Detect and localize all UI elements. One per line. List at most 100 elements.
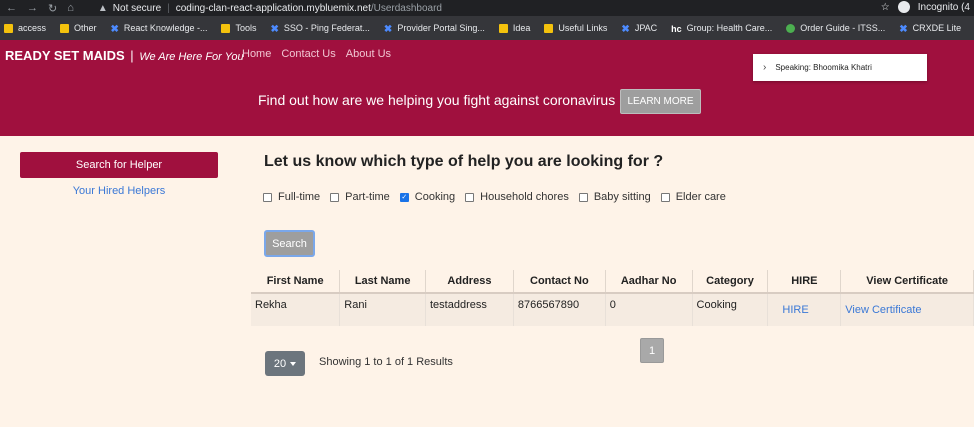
hc-icon: hc [671, 23, 682, 34]
folder-icon [4, 23, 13, 33]
option-label: Cooking [414, 191, 456, 203]
security-label[interactable]: Not secure [113, 3, 161, 14]
bookmark-item[interactable]: ✖ CRXDE Lite [899, 23, 962, 35]
your-hired-helpers-link[interactable]: Your Hired Helpers [20, 185, 218, 197]
option-full-time[interactable]: Full-time [263, 191, 320, 203]
url-path[interactable]: /Userdashboard [371, 3, 442, 14]
bookmark-item[interactable]: ✖ SSO - Ping Federat... [270, 23, 369, 35]
checkbox[interactable] [660, 192, 670, 202]
folder-icon [60, 23, 70, 33]
bookmarks-bar: access Other ✖ React Knowledge -... Tools ✖ SS… [0, 16, 974, 40]
checkbox[interactable] [578, 192, 588, 202]
reload-icon[interactable]: ↻ [48, 2, 57, 15]
checkbox[interactable] [263, 192, 272, 202]
chevron-right-icon[interactable]: › [763, 62, 766, 73]
bookmark-label: React Knowledge -... [123, 23, 208, 33]
column-category: Category [692, 270, 769, 294]
option-elder-care[interactable]: Elder care [660, 191, 726, 203]
bookmark-label: Provider Portal Sing... [397, 23, 485, 33]
cell-first-name: Rekha [251, 293, 341, 326]
not-secure-warning-icon[interactable]: ▲ [98, 3, 108, 14]
bookmark-label: JPAC [634, 23, 658, 33]
url-host[interactable]: coding-clan-react-application.mybluemix.… [176, 3, 371, 14]
back-arrow-icon[interactable]: ← [6, 2, 17, 15]
brand[interactable]: READY SET MAIDS | We Are Here For You [5, 48, 244, 63]
top-nav: Home Contact Us About Us [242, 48, 391, 60]
circle-icon [786, 23, 796, 33]
x-icon: ✖ [110, 23, 119, 35]
bookmark-label: Idea [512, 23, 531, 33]
table-header-row: First Name Last Name Address Contact No … [251, 270, 974, 294]
bookmark-item[interactable]: Idea [498, 23, 531, 33]
bookmark-label: access [18, 23, 47, 33]
checkbox[interactable] [465, 192, 475, 202]
option-label: Elder care [675, 191, 726, 203]
nav-home[interactable]: Home [242, 48, 271, 60]
home-icon[interactable]: ⌂ [67, 2, 74, 15]
per-page-dropdown[interactable]: 20 [265, 351, 305, 376]
x-icon: ✖ [899, 23, 908, 35]
bookmark-label: CRXDE Lite [912, 23, 962, 33]
cell-aadhar-no: 0 [605, 293, 693, 326]
x-icon: ✖ [270, 23, 279, 35]
bookmark-label: Other [74, 23, 97, 33]
option-household-chores[interactable]: Household chores [465, 191, 569, 203]
covid-banner-text: Find out how are we helping you fight ag… [258, 92, 623, 108]
brand-separator: | [130, 48, 134, 63]
bookmark-item[interactable]: Useful Links [544, 23, 607, 33]
column-contact-no: Contact No [513, 270, 606, 294]
view-certificate-link[interactable]: View Certificate [840, 293, 974, 326]
learn-more-button[interactable]: LEARN MORE [620, 89, 701, 114]
speaking-text: Speaking: Bhoomika Khatri [775, 63, 872, 72]
cell-last-name: Rani [339, 293, 426, 326]
option-part-time[interactable]: Part-time [330, 191, 390, 203]
per-page-value: 20 [273, 357, 287, 370]
bookmark-item[interactable]: Tools [221, 23, 256, 33]
column-hire: HIRE [767, 270, 842, 294]
column-aadhar-no: Aadhar No [605, 270, 693, 294]
checkbox-checked[interactable]: ✓ [399, 192, 409, 202]
forward-arrow-icon[interactable]: → [27, 2, 38, 15]
search-button[interactable]: Search [264, 230, 315, 257]
bookmark-item[interactable]: ✖ JPAC [621, 23, 658, 35]
help-type-options: Full-time Part-time ✓ Cooking Household chor… [263, 191, 736, 203]
bookmark-label: Tools [235, 23, 257, 33]
bookmark-item[interactable]: Other [60, 23, 97, 33]
page-heading: Let us know which type of help you are l… [264, 153, 664, 170]
nav-about-us[interactable]: About Us [346, 48, 391, 60]
bookmark-item[interactable]: ✖ React Knowledge -... [110, 23, 208, 35]
bookmark-item[interactable]: hc Group: Health Care... [671, 23, 773, 34]
checkbox[interactable] [330, 192, 340, 202]
nav-contact-us[interactable]: Contact Us [281, 48, 335, 60]
results-summary: Showing 1 to 1 of 1 Results [319, 356, 453, 368]
table-row: Rekha Rani testaddress 8766567890 0 Cook… [251, 293, 974, 326]
column-address: Address [425, 270, 514, 294]
option-label: Baby sitting [593, 191, 651, 203]
incognito-icon[interactable] [897, 1, 910, 13]
bookmark-label: Group: Health Care... [686, 23, 773, 33]
profile-label[interactable]: Incognito (4 [918, 2, 970, 13]
x-icon: ✖ [621, 23, 630, 35]
helpers-table: First Name Last Name Address Contact No … [251, 270, 974, 326]
speaking-popup[interactable]: › Speaking: Bhoomika Khatri [753, 54, 927, 81]
option-baby-sitting[interactable]: Baby sitting [578, 191, 651, 203]
page-button[interactable]: 1 [640, 338, 664, 363]
folder-icon [544, 23, 554, 33]
cell-address: testaddress [425, 293, 514, 326]
bookmark-item[interactable]: access [4, 23, 46, 33]
browser-actions: ☆ Incognito (4 [881, 1, 970, 13]
option-label: Part-time [345, 191, 390, 203]
x-icon: ✖ [383, 23, 393, 35]
bookmark-label: Order Guide - ITSS... [800, 23, 886, 33]
hire-link[interactable]: HIRE [767, 293, 842, 326]
brand-name[interactable]: READY SET MAIDS [5, 48, 125, 63]
bookmark-star-icon[interactable]: ☆ [881, 2, 890, 13]
caret-down-icon [290, 361, 297, 366]
bookmark-item[interactable]: ✖ Provider Portal Sing... [383, 23, 485, 35]
search-for-helper-button[interactable]: Search for Helper [20, 152, 218, 178]
column-first-name: First Name [251, 270, 341, 294]
column-view-certificate: View Certificate [840, 270, 974, 294]
option-cooking[interactable]: ✓ Cooking [399, 191, 456, 203]
cell-contact-no: 8766567890 [513, 293, 606, 326]
bookmark-item[interactable]: Order Guide - ITSS... [786, 23, 885, 33]
